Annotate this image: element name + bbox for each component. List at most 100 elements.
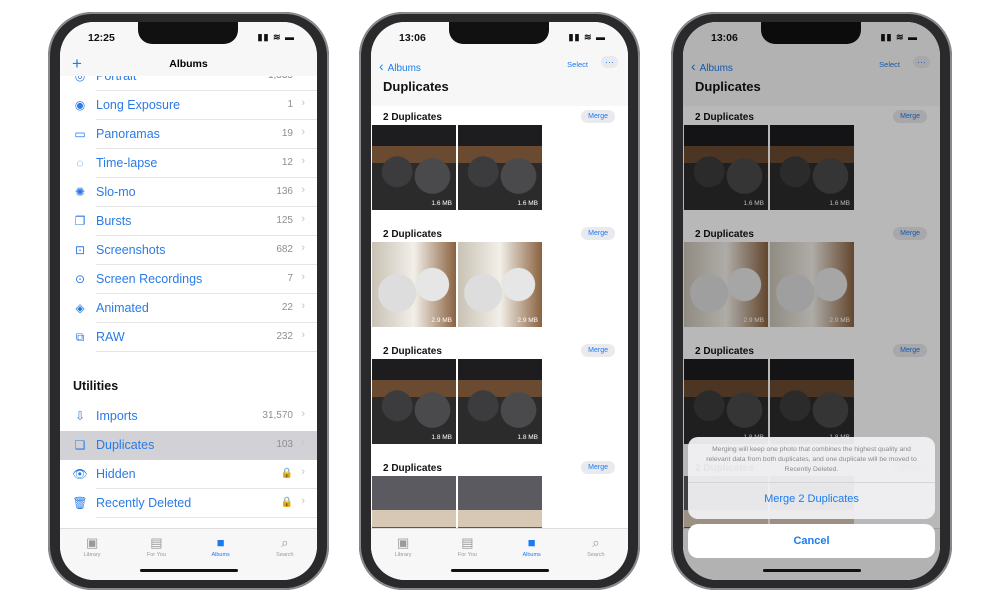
panoramas-icon: ▭	[74, 127, 86, 141]
album-row-time-lapse[interactable]: ◌ Time-lapse 12 ›	[60, 149, 317, 178]
merge-button[interactable]: Merge	[581, 110, 615, 123]
duplicate-photo[interactable]: 1.8 MB	[372, 359, 456, 444]
chevron-right-icon: ›	[301, 213, 305, 225]
album-row-long-exposure[interactable]: ◉ Long Exposure 1 ›	[60, 91, 317, 120]
merge-button[interactable]: Merge	[581, 461, 615, 474]
album-count: 19	[281, 128, 293, 139]
album-count: 103	[276, 439, 293, 450]
slo-mo-icon: ✺	[74, 185, 86, 199]
search-icon: ⌕	[281, 535, 289, 550]
more-button[interactable]: ···	[601, 56, 618, 68]
imports-icon: ⇩	[74, 409, 86, 423]
merge-duplicates-button[interactable]: Merge 2 Duplicates	[688, 483, 935, 505]
duplicates-screen-with-sheet: 13:06 ▮▮ ≋ ▬ ‹ Albums Select ··· Duplicates 2 …	[683, 22, 940, 580]
album-label: Bursts	[96, 214, 132, 228]
tab-for-you[interactable]: ▤ For You	[124, 529, 188, 580]
album-row-hidden[interactable]: 👁 Hidden 🔒 ›	[60, 460, 317, 489]
group-header: 2 Duplicates	[383, 346, 442, 357]
merge-button[interactable]: Merge	[581, 344, 615, 357]
album-label: Duplicates	[96, 438, 155, 452]
tab-label: Albums	[522, 552, 541, 558]
album-label: Hidden	[96, 467, 136, 481]
action-sheet: Merging will keep one photo that combine…	[688, 437, 935, 519]
album-count: 22	[281, 302, 293, 313]
select-button[interactable]: Select	[567, 60, 588, 69]
status-time: 13:06	[399, 32, 426, 44]
album-count: 7	[287, 273, 293, 284]
notch	[449, 22, 549, 44]
album-row-slo-mo[interactable]: ✺ Slo-mo 136 ›	[60, 178, 317, 207]
screenshots-icon: ⊡	[74, 243, 86, 257]
for-you-icon: ▤	[150, 535, 163, 550]
album-label: Screen Recordings	[96, 272, 203, 286]
tab-albums[interactable]: ■ Albums	[500, 529, 564, 580]
chevron-right-icon: ›	[301, 184, 305, 196]
chevron-right-icon: ›	[301, 155, 305, 167]
album-label: Long Exposure	[96, 98, 181, 112]
merge-button[interactable]: Merge	[581, 227, 615, 240]
album-row-panoramas[interactable]: ▭ Panoramas 19 ›	[60, 120, 317, 149]
album-row-duplicates[interactable]: ❏ Duplicates 103 ›	[60, 431, 317, 460]
album-row-bursts[interactable]: ❐ Bursts 125 ›	[60, 207, 317, 236]
album-row-animated[interactable]: ◈ Animated 22 ›	[60, 294, 317, 323]
chevron-right-icon: ›	[301, 329, 305, 341]
tab-library[interactable]: ▣ Library	[371, 529, 435, 580]
album-label: Screenshots	[96, 243, 166, 257]
cancel-button[interactable]: Cancel	[688, 524, 935, 558]
album-count: 31,570	[262, 410, 293, 421]
screen-recordings-icon: ⊙	[74, 272, 86, 286]
divider	[96, 351, 317, 352]
albums-icon: ■	[527, 535, 536, 550]
album-label: RAW	[96, 330, 125, 344]
tab-search[interactable]: ⌕ Search	[253, 529, 317, 580]
album-row-recently-deleted[interactable]: 🗑 Recently Deleted 🔒 ›	[60, 489, 317, 518]
album-count: 232	[276, 331, 293, 342]
albums-icon: ■	[216, 535, 225, 550]
chevron-left-icon: ‹	[379, 58, 388, 74]
group-header: 2 Duplicates	[383, 112, 442, 123]
tab-library[interactable]: ▣ Library	[60, 529, 124, 580]
album-label: Panoramas	[96, 127, 160, 141]
tab-for-you[interactable]: ▤ For You	[435, 529, 499, 580]
search-icon: ⌕	[592, 535, 600, 550]
album-row-raw[interactable]: ⧉ RAW 232 ›	[60, 323, 317, 352]
albums-screen: 12:25▮▮ ≋ ▬ + Albums ◎Portrait1,335›◉Lon…	[60, 22, 317, 580]
library-icon: ▣	[85, 535, 99, 550]
chevron-right-icon: ›	[301, 242, 305, 254]
tab-label: Search	[587, 552, 605, 558]
tab-search[interactable]: ⌕ Search	[564, 529, 628, 580]
back-button[interactable]: ‹ Albums	[379, 58, 421, 74]
long-exposure-icon: ◉	[74, 98, 86, 112]
tab-label: For You	[457, 552, 477, 558]
for-you-icon: ▤	[461, 535, 474, 550]
tab-label: Library	[83, 552, 101, 558]
phone-merge-sheet: 13:06 ▮▮ ≋ ▬ ‹ Albums Select ··· Duplicates 2 …	[671, 12, 952, 590]
notch	[138, 22, 238, 44]
tab-label: Search	[276, 552, 294, 558]
sheet-message: Merging will keep one photo that combine…	[688, 437, 935, 483]
chevron-right-icon: ›	[301, 437, 305, 449]
tab-bar: ▣ Library ▤ For You ■ Albums ⌕ Search	[60, 528, 317, 580]
chevron-right-icon: ›	[301, 408, 305, 420]
phone-duplicates: 13:06 ▮▮ ≋ ▬ ‹ Albums Select ··· Duplicates 2 …	[359, 12, 640, 590]
recently-deleted-icon: 🗑	[72, 496, 88, 510]
album-count: 682	[276, 244, 293, 255]
album-label: Time-lapse	[96, 156, 158, 170]
duplicate-photo[interactable]: 1.6 MB	[458, 125, 542, 210]
duplicate-photo[interactable]: 1.6 MB	[372, 125, 456, 210]
tab-albums[interactable]: ■ Albums	[189, 529, 253, 580]
duplicates-screen: 13:06 ▮▮ ≋ ▬ ‹ Albums Select ··· Duplicates 2 …	[371, 22, 628, 580]
album-row-screen-recordings[interactable]: ⊙ Screen Recordings 7 ›	[60, 265, 317, 294]
tab-label: Library	[394, 552, 412, 558]
duplicate-photo[interactable]: 1.8 MB	[458, 359, 542, 444]
album-row-imports[interactable]: ⇩ Imports 31,570 ›	[60, 402, 317, 431]
library-icon: ▣	[396, 535, 410, 550]
album-row-screenshots[interactable]: ⊡ Screenshots 682 ›	[60, 236, 317, 265]
signal-wifi-battery-icon: ▮▮ ≋ ▬	[257, 32, 295, 42]
animated-icon: ◈	[75, 301, 85, 315]
file-size: 1.6 MB	[517, 200, 538, 207]
duplicate-photo[interactable]: 2.9 MB	[458, 242, 542, 327]
duplicate-photo[interactable]: 2.9 MB	[372, 242, 456, 327]
section-header-utilities: Utilities	[73, 379, 119, 393]
group-header: 2 Duplicates	[383, 463, 442, 474]
